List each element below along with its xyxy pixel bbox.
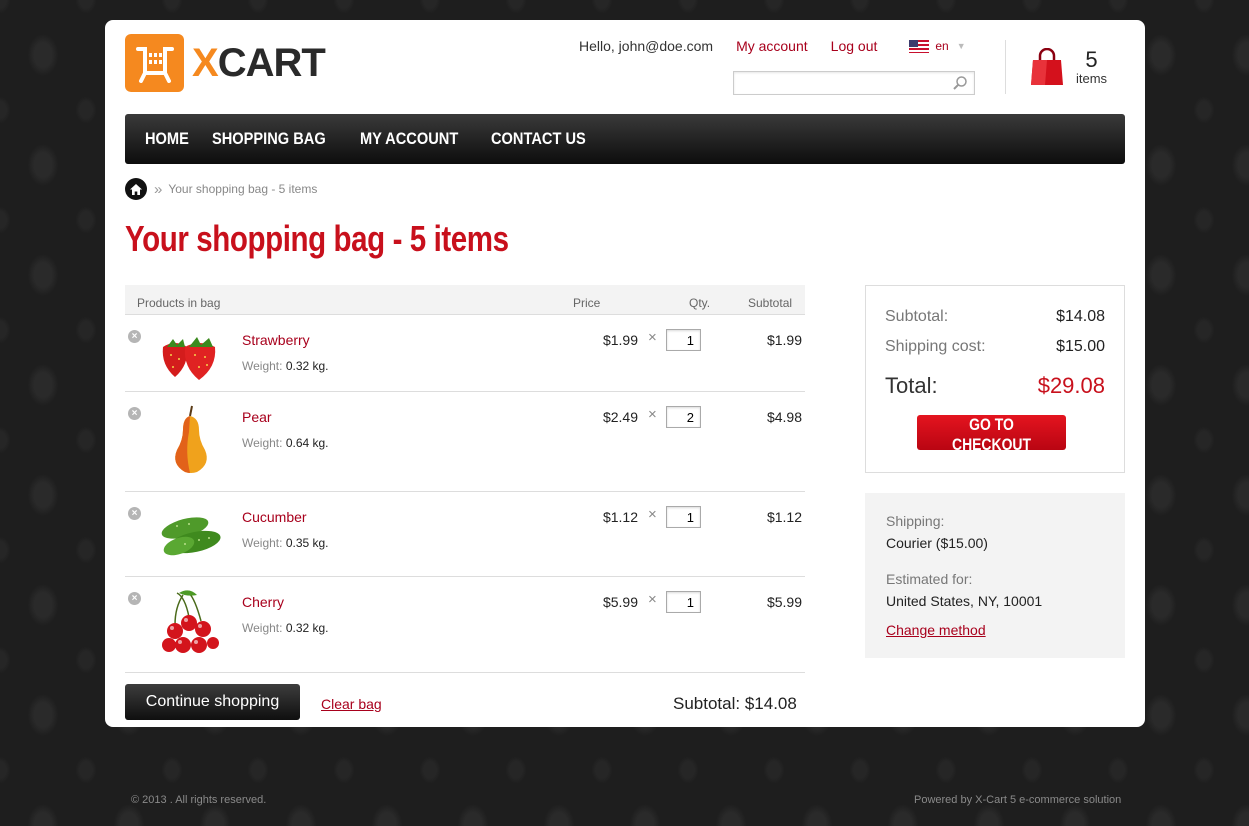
quantity-input[interactable] (666, 591, 701, 613)
breadcrumb-current: Your shopping bag - 5 items (168, 182, 318, 196)
chevron-down-icon: ▼ (956, 41, 966, 51)
strawberry-icon (162, 337, 216, 380)
nav-contact-us[interactable]: CONTACT US (491, 129, 586, 149)
summary-subtotal: Subtotal: $14.08 (885, 308, 1105, 325)
cart-logo-icon (125, 34, 184, 92)
greeting: Hello, john@doe.com (579, 38, 714, 54)
cucumber-icon (161, 517, 221, 556)
table-row: × Cherry Weight: 0.32 kg. $5.99 × $5.99 (125, 577, 805, 673)
product-name[interactable]: Cherry (242, 594, 284, 610)
my-account-link[interactable]: My account (736, 38, 808, 54)
product-weight: Weight: 0.35 kg. (242, 536, 329, 550)
search-box (733, 71, 975, 95)
estimated-label: Estimated for: (886, 571, 973, 587)
product-weight: Weight: 0.64 kg. (242, 436, 329, 450)
remove-item-icon[interactable]: × (128, 592, 141, 605)
shipping-label: Shipping: (886, 513, 945, 529)
remove-item-icon[interactable]: × (128, 407, 141, 420)
mini-cart[interactable]: 5 items (1030, 48, 1107, 86)
row-subtotal: $5.99 (766, 594, 802, 610)
product-price: $5.99 (602, 594, 638, 610)
us-flag-icon (909, 39, 930, 53)
language-code: en (935, 39, 949, 53)
quantity-input[interactable] (666, 506, 701, 528)
summary-total: Total: $29.08 (885, 373, 1105, 398)
table-row: × Pear Weight: 0.64 kg. $2.49 × $4.98 (125, 392, 805, 492)
product-name[interactable]: Pear (242, 409, 272, 425)
language-selector[interactable]: en ▼ (909, 39, 966, 53)
table-header: Products in bag Price Qty. Subtotal (125, 285, 805, 315)
pear-icon (175, 405, 207, 473)
clear-bag-link[interactable]: Clear bag (321, 696, 382, 712)
bag-table: Products in bag Price Qty. Subtotal × St… (125, 285, 805, 673)
logo-wordmark: XCART (192, 40, 326, 85)
product-price: $2.49 (602, 409, 638, 425)
continue-shopping-button[interactable]: Continue shopping (125, 684, 300, 720)
search-input[interactable] (734, 72, 944, 94)
shipping-info: Shipping: Courier ($15.00) Estimated for… (865, 493, 1125, 658)
product-price: $1.12 (602, 509, 638, 525)
logout-link[interactable]: Log out (831, 38, 878, 54)
multiply-icon: × (648, 406, 657, 423)
table-row: × Strawberry Weight: 0.32 kg. $1.99 × $1… (125, 315, 805, 392)
copyright: © 2013 . All rights reserved. (131, 794, 267, 806)
checkout-button[interactable]: GO TO CHECKOUT (917, 415, 1066, 454)
multiply-icon: × (648, 329, 657, 346)
quantity-input[interactable] (666, 329, 701, 351)
remove-item-icon[interactable]: × (128, 507, 141, 520)
product-weight: Weight: 0.32 kg. (242, 621, 329, 635)
home-icon[interactable] (125, 178, 147, 200)
col-qty: Qty. (689, 296, 711, 310)
nav-my-account[interactable]: MY ACCOUNT (360, 129, 458, 149)
cart-count: 5 items (1076, 46, 1108, 86)
product-name[interactable]: Strawberry (242, 332, 310, 348)
cherry-icon (162, 590, 219, 653)
main-nav: HOME SHOPPING BAG MY ACCOUNT CONTACT US (125, 114, 1125, 164)
row-subtotal: $4.98 (766, 409, 802, 425)
product-price: $1.99 (602, 332, 638, 348)
table-row: × Cucumber Weight: 0.35 kg. $1.12 × $1.1… (125, 492, 805, 577)
search-icon[interactable] (952, 75, 968, 96)
nav-home[interactable]: HOME (145, 129, 189, 149)
header-divider (1005, 40, 1006, 94)
breadcrumb-separator: » (154, 180, 163, 198)
store-logo[interactable]: XCART (125, 34, 326, 92)
shipping-method: Courier ($15.00) (886, 535, 988, 551)
page-title: Your shopping bag - 5 items (125, 218, 509, 259)
change-method-link[interactable]: Change method (886, 622, 986, 638)
summary-shipping: Shipping cost: $15.00 (885, 338, 1105, 355)
powered-by[interactable]: Powered by X-Cart 5 e-commerce solution (914, 794, 1121, 806)
row-subtotal: $1.99 (766, 332, 802, 348)
col-subtotal: Subtotal (748, 296, 793, 310)
row-subtotal: $1.12 (766, 509, 802, 525)
quantity-input[interactable] (666, 406, 701, 428)
shopping-bag-icon (1031, 48, 1063, 85)
account-links: Hello, john@doe.com My account Log out e… (579, 38, 966, 54)
breadcrumb: » Your shopping bag - 5 items (125, 178, 317, 200)
multiply-icon: × (648, 591, 657, 608)
remove-item-icon[interactable]: × (128, 330, 141, 343)
product-name[interactable]: Cucumber (242, 509, 307, 525)
page-container: XCART Hello, john@doe.com My account Log… (105, 20, 1145, 727)
col-products: Products in bag (137, 296, 221, 310)
estimated-location: United States, NY, 10001 (886, 593, 1043, 609)
product-weight: Weight: 0.32 kg. (242, 359, 329, 373)
nav-shopping-bag[interactable]: SHOPPING BAG (212, 129, 326, 149)
multiply-icon: × (648, 506, 657, 523)
bag-subtotal: Subtotal: $14.08 (673, 694, 797, 713)
col-price: Price (573, 296, 601, 310)
order-summary: Subtotal: $14.08 Shipping cost: $15.00 Tot… (865, 285, 1125, 473)
